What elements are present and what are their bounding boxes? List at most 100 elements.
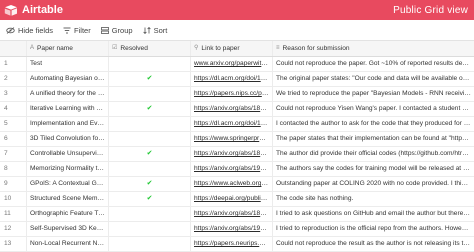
- grid-body: 1 Test www.arxiv.org/paperwitho... Could no…: [0, 57, 474, 252]
- checkmark-icon: ✔: [146, 105, 153, 112]
- table-row[interactable]: 1 Test www.arxiv.org/paperwitho... Could no…: [0, 57, 474, 72]
- paper-link-cell[interactable]: https://www.aclweb.org/an...: [191, 177, 273, 191]
- group-label: Group: [111, 25, 133, 35]
- hide-fields-button[interactable]: Hide fields: [6, 26, 53, 35]
- reason-cell[interactable]: The paper states that their implementati…: [273, 132, 474, 146]
- reason-cell[interactable]: The author did provide their official co…: [273, 147, 474, 161]
- column-header-label: Resolved: [120, 45, 148, 52]
- resolved-cell[interactable]: [109, 117, 191, 131]
- paper-name-cell[interactable]: Test: [27, 57, 109, 71]
- paper-link-cell[interactable]: https://dl.acm.org/doi/10...: [191, 117, 273, 131]
- resolved-cell[interactable]: ✔: [109, 192, 191, 206]
- table-row[interactable]: 2 Automating Bayesian opti... ✔ https://dl.…: [0, 72, 474, 87]
- checkmark-icon: ✔: [146, 75, 153, 82]
- paper-link-cell[interactable]: https://papers.nips.cc/pap...: [191, 87, 273, 101]
- reason-cell[interactable]: Outstanding paper at COLING 2020 with no…: [273, 177, 474, 191]
- row-number: 9: [0, 177, 27, 191]
- row-number: 11: [0, 207, 27, 221]
- reason-cell[interactable]: The authors say the codes for training m…: [273, 162, 474, 176]
- airtable-logo[interactable]: Airtable: [4, 4, 63, 16]
- filter-button[interactable]: Filter: [63, 26, 91, 35]
- paper-name-cell[interactable]: Memorizing Normality to ...: [27, 162, 109, 176]
- paper-link-cell[interactable]: https://arxiv.org/abs/1804...: [191, 102, 273, 116]
- reason-cell[interactable]: We tried to reproduce the paper "Bayesia…: [273, 87, 474, 101]
- paper-name-cell[interactable]: Iterative Learning with Ope...: [27, 102, 109, 116]
- sort-icon: [142, 26, 151, 34]
- table-row[interactable]: 6 3D Tiled Convolution for Ef... https://w…: [0, 132, 474, 147]
- paper-link-cell[interactable]: https://dl.acm.org/doi/10...: [191, 72, 273, 86]
- paper-name-cell[interactable]: Structured Scene Memory ...: [27, 192, 109, 206]
- reason-cell[interactable]: I tried to reproduction is the official …: [273, 222, 474, 236]
- sort-button[interactable]: Sort: [142, 26, 167, 35]
- brand-name: Airtable: [22, 4, 63, 16]
- paper-link-cell[interactable]: https://www.springerprofe...: [191, 132, 273, 146]
- airtable-logo-icon: [4, 4, 17, 16]
- paper-name-cell[interactable]: Self-Supervised 3D Keypoi...: [27, 222, 109, 236]
- column-header-label: Paper name: [37, 45, 73, 52]
- table-row[interactable]: 13 Non-Local Recurrent Netw... https://pap…: [0, 237, 474, 252]
- paper-name-cell[interactable]: A unified theory for the ori...: [27, 87, 109, 101]
- view-title: Public Grid view: [393, 4, 468, 16]
- paper-name-cell[interactable]: Orthographic Feature Tran...: [27, 207, 109, 221]
- paper-name-cell[interactable]: GPolS: A Contextual Graph...: [27, 177, 109, 191]
- table-row[interactable]: 10 Structured Scene Memory ... ✔ https://de…: [0, 192, 474, 207]
- eye-slash-icon: [6, 26, 15, 34]
- checkmark-icon: ✔: [146, 180, 153, 187]
- paper-name-cell[interactable]: Automating Bayesian opti...: [27, 72, 109, 86]
- paper-link-cell[interactable]: www.arxiv.org/paperwitho...: [191, 57, 273, 71]
- reason-cell[interactable]: Could not reproduce Yisen Wang's paper. …: [273, 102, 474, 116]
- paper-link-cell[interactable]: https://arxiv.org/abs/1912...: [191, 222, 273, 236]
- resolved-cell[interactable]: [109, 57, 191, 71]
- row-number: 4: [0, 102, 27, 116]
- table-row[interactable]: 9 GPolS: A Contextual Graph... ✔ https://ww…: [0, 177, 474, 192]
- top-bar: Airtable Public Grid view: [0, 0, 474, 20]
- resolved-cell[interactable]: ✔: [109, 177, 191, 191]
- text-field-icon: A: [30, 45, 35, 51]
- column-header-paper-name[interactable]: A Paper name: [27, 41, 109, 56]
- reason-cell[interactable]: The code site has nothing.: [273, 192, 474, 206]
- paper-name-cell[interactable]: Controllable Unsupervised ...: [27, 147, 109, 161]
- resolved-cell[interactable]: [109, 222, 191, 236]
- url-field-icon: ⚲: [194, 45, 199, 51]
- resolved-cell[interactable]: ✔: [109, 102, 191, 116]
- table-row[interactable]: 8 Memorizing Normality to ... https://arxi…: [0, 162, 474, 177]
- row-number: 5: [0, 117, 27, 131]
- column-header-label: Link to paper: [201, 45, 240, 52]
- paper-link-cell[interactable]: https://arxiv.org/abs/1805...: [191, 147, 273, 161]
- resolved-cell[interactable]: ✔: [109, 147, 191, 161]
- column-header-link[interactable]: ⚲ Link to paper: [191, 41, 273, 56]
- group-button[interactable]: Group: [100, 25, 133, 35]
- table-row[interactable]: 11 Orthographic Feature Tran... https://ar…: [0, 207, 474, 222]
- resolved-cell[interactable]: [109, 162, 191, 176]
- column-header-resolved[interactable]: ☑ Resolved: [109, 41, 191, 56]
- table-row[interactable]: 4 Iterative Learning with Ope... ✔ https://…: [0, 102, 474, 117]
- paper-name-cell[interactable]: Implementation and Evalua...: [27, 117, 109, 131]
- paper-name-cell[interactable]: 3D Tiled Convolution for Ef...: [27, 132, 109, 146]
- resolved-cell[interactable]: [109, 132, 191, 146]
- paper-link-cell[interactable]: https://papers.neurips.cc/p...: [191, 237, 273, 251]
- table-row[interactable]: 7 Controllable Unsupervised ... ✔ https://a…: [0, 147, 474, 162]
- reason-cell[interactable]: Could not reproduce the paper. Got ~10% …: [273, 57, 474, 71]
- row-number: 1: [0, 57, 27, 71]
- paper-link-cell[interactable]: https://arxiv.org/abs/1904...: [191, 162, 273, 176]
- row-number: 10: [0, 192, 27, 206]
- resolved-cell[interactable]: [109, 207, 191, 221]
- filter-label: Filter: [74, 25, 91, 35]
- checkmark-icon: ✔: [146, 150, 153, 157]
- paper-link-cell[interactable]: https://arxiv.org/abs/1811...: [191, 207, 273, 221]
- header-row: A Paper name ☑ Resolved ⚲ Link to paper …: [0, 41, 474, 57]
- table-row[interactable]: 12 Self-Supervised 3D Keypoi... https://ar…: [0, 222, 474, 237]
- table-row[interactable]: 5 Implementation and Evalua... https://dl.…: [0, 117, 474, 132]
- reason-cell[interactable]: Could not reproduce the result as the au…: [273, 237, 474, 251]
- reason-cell[interactable]: I contacted the author to ask for the co…: [273, 117, 474, 131]
- paper-link-cell[interactable]: https://deepai.org/publicat...: [191, 192, 273, 206]
- resolved-cell[interactable]: [109, 87, 191, 101]
- resolved-cell[interactable]: [109, 237, 191, 251]
- column-header-reason[interactable]: ≡ Reason for submission: [273, 41, 474, 56]
- table-row[interactable]: 3A unified theory for the ori... https://…: [0, 87, 474, 102]
- paper-name-cell[interactable]: Non-Local Recurrent Netw...: [27, 237, 109, 251]
- resolved-cell[interactable]: ✔: [109, 72, 191, 86]
- reason-cell[interactable]: The original paper states: "Our code and…: [273, 72, 474, 86]
- reason-cell[interactable]: I tried to ask questions on GitHub and e…: [273, 207, 474, 221]
- row-number: 8: [0, 162, 27, 176]
